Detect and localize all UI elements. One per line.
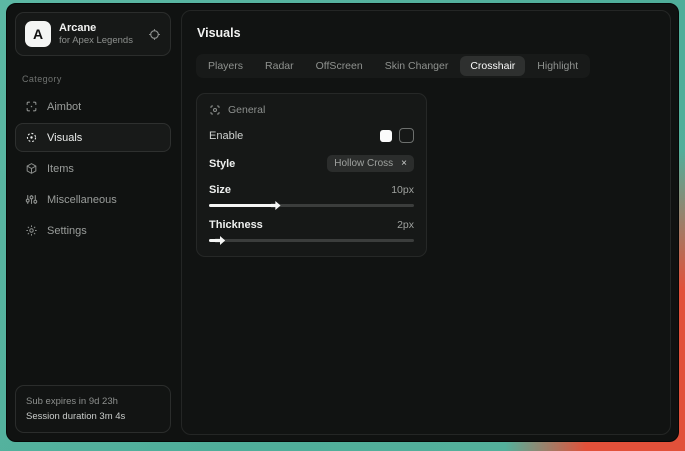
- thickness-slider-fill: [209, 239, 217, 242]
- tab-radar[interactable]: Radar: [255, 56, 304, 76]
- visuals-tabstrip: Players Radar OffScreen Skin Changer Cro…: [196, 54, 590, 78]
- scan-icon: [209, 104, 221, 116]
- app-titles: Arcane for Apex Legends: [59, 22, 140, 47]
- package-icon: [25, 162, 38, 175]
- category-label: Category: [22, 74, 165, 84]
- sidebar-item-label: Settings: [47, 225, 87, 237]
- thickness-slider-handle[interactable]: [215, 236, 225, 245]
- tab-highlight[interactable]: Highlight: [527, 56, 588, 76]
- size-row: Size 10px: [209, 184, 414, 196]
- sidebar-item-settings[interactable]: Settings: [15, 216, 171, 245]
- size-slider-block: [209, 204, 414, 207]
- target-icon: [25, 100, 38, 113]
- thickness-slider[interactable]: [209, 239, 414, 242]
- session-duration-text: Session duration 3m 4s: [26, 409, 160, 424]
- tab-offscreen[interactable]: OffScreen: [306, 56, 373, 76]
- tab-players[interactable]: Players: [198, 56, 253, 76]
- tab-crosshair[interactable]: Crosshair: [460, 56, 525, 76]
- size-slider[interactable]: [209, 204, 414, 207]
- app-subtitle: for Apex Legends: [59, 35, 140, 47]
- sidebar-item-visuals[interactable]: Visuals: [15, 123, 171, 152]
- thickness-slider-block: [209, 239, 414, 242]
- style-value: Hollow Cross: [334, 158, 393, 169]
- main-panel: Visuals Players Radar OffScreen Skin Cha…: [181, 10, 671, 435]
- color-swatch[interactable]: [380, 130, 392, 142]
- sidebar: A Arcane for Apex Legends Category: [7, 4, 179, 441]
- tab-skin-changer[interactable]: Skin Changer: [375, 56, 459, 76]
- style-select[interactable]: Hollow Cross ×: [327, 155, 414, 172]
- scan-eye-icon: [25, 131, 38, 144]
- sidebar-item-label: Items: [47, 163, 74, 175]
- sub-expires-text: Sub expires in 9d 23h: [26, 394, 160, 409]
- enable-row: Enable: [209, 128, 414, 143]
- size-slider-handle[interactable]: [271, 201, 281, 210]
- app-logo: A: [25, 21, 51, 47]
- crosshair-icon[interactable]: [148, 28, 161, 41]
- size-label: Size: [209, 184, 231, 196]
- sidebar-item-label: Visuals: [47, 132, 82, 144]
- sidebar-item-miscellaneous[interactable]: Miscellaneous: [15, 185, 171, 214]
- enable-controls: [380, 128, 414, 143]
- thickness-label: Thickness: [209, 219, 263, 231]
- size-value: 10px: [391, 184, 414, 196]
- sidebar-item-items[interactable]: Items: [15, 154, 171, 183]
- sidebar-header-card: A Arcane for Apex Legends: [15, 12, 171, 56]
- style-label: Style: [209, 158, 235, 170]
- sliders-icon: [25, 193, 38, 206]
- app-window: A Arcane for Apex Legends Category: [6, 3, 679, 442]
- subscription-card: Sub expires in 9d 23h Session duration 3…: [15, 385, 171, 433]
- enable-checkbox[interactable]: [399, 128, 414, 143]
- general-card-header: General: [209, 104, 414, 116]
- gear-icon: [25, 224, 38, 237]
- app-title: Arcane: [59, 22, 140, 35]
- style-row: Style Hollow Cross ×: [209, 155, 414, 172]
- enable-label: Enable: [209, 130, 243, 142]
- thickness-row: Thickness 2px: [209, 219, 414, 231]
- sidebar-nav: Aimbot Visuals Items: [15, 92, 171, 245]
- size-slider-fill: [209, 204, 273, 207]
- general-card-title: General: [228, 104, 265, 116]
- sidebar-item-aimbot[interactable]: Aimbot: [15, 92, 171, 121]
- page-title: Visuals: [197, 26, 656, 40]
- sidebar-item-label: Aimbot: [47, 101, 81, 113]
- sidebar-item-label: Miscellaneous: [47, 194, 117, 206]
- close-icon[interactable]: ×: [401, 159, 407, 169]
- sidebar-spacer: [15, 245, 171, 385]
- general-card: General Enable Style Hollow Cross × Size…: [196, 93, 427, 257]
- thickness-value: 2px: [397, 219, 414, 231]
